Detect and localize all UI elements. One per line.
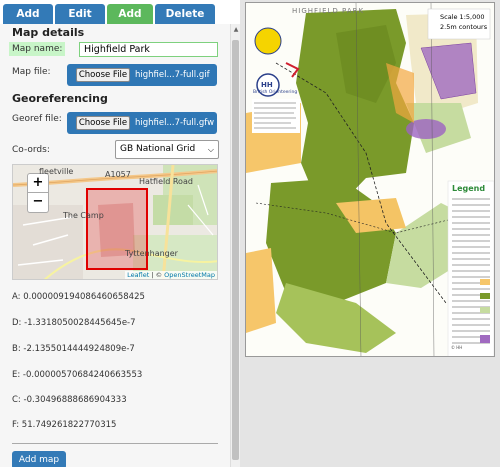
map-file-label: Map file: [12,67,51,77]
orienteering-map-drawing: © HH [246,3,494,356]
map-place-label: Tyttenhanger [125,249,178,258]
georef-file-name: highfiel...7-full.gfw [135,118,215,128]
param-f: F: 51.749261822770315 [12,420,117,430]
legend-title: Legend [452,184,486,193]
leaflet-link[interactable]: Leaflet [127,271,149,279]
club-badge: HH [261,81,273,89]
map-place-label: The Camp [63,211,104,220]
map-name-label: Map name: [9,42,66,56]
tab-edit-event[interactable]: Edit event [55,4,105,40]
map-file-choose-button[interactable]: Choose File [76,68,130,82]
coords-select[interactable]: GB National Grid ⌵ [115,140,219,159]
orienteering-map-preview[interactable]: © HH HIGHFIELD PARK Scale 1:5,000 2.5m c… [245,2,495,357]
zoom-out-button[interactable]: − [27,193,49,213]
tab-add-map[interactable]: Add map [107,4,153,40]
location-minimap[interactable]: + − fleetville A1057 Hatfield Road The C… [12,164,218,280]
scroll-up-icon[interactable]: ▲ [232,26,240,34]
coords-select-value: GB National Grid [120,144,196,154]
coords-label: Co-ords: [12,145,50,155]
map-file-picker[interactable]: Choose File highfiel...7-full.gif [67,64,217,86]
map-title: HIGHFIELD PARK [292,7,365,15]
param-b: B: -2.1355014444924809e-7 [12,344,135,354]
georef-file-label: Georef file: [12,114,62,124]
british-orienteering-logo: British Orienteering [253,90,298,95]
tab-delete-maps[interactable]: Delete maps [155,4,215,40]
app-root: Add event Edit event Add map Delete maps… [0,0,500,467]
georef-file-choose-button[interactable]: Choose File [76,116,130,130]
param-d: D: -1.3318050028445645e-7 [12,318,136,328]
map-scale: Scale 1:5,000 [440,13,485,21]
map-contours: 2.5m contours [440,23,488,31]
add-map-panel: Map details Map name: Highfield Park Map… [0,24,240,467]
map-file-name: highfiel...7-full.gif [135,70,210,80]
openstreetmap-link[interactable]: OpenStreetMap [164,271,215,279]
attribution-separator: | © [149,271,165,279]
map-road-label: A1057 [105,170,131,179]
add-map-button[interactable]: Add map [12,451,66,467]
georef-file-picker[interactable]: Choose File highfiel...7-full.gfw [67,112,217,134]
map-name-input[interactable]: Highfield Park [79,42,218,57]
map-details-heading: Map details [12,26,85,39]
map-place-label: fleetville [39,167,74,176]
scrollbar-thumb[interactable] [232,40,239,460]
tab-bar: Add event Edit event Add map Delete maps [0,0,240,40]
param-a: A: 0.00000919408646065842​5 [12,292,145,302]
map-attribution: Leaflet | © OpenStreetMap [125,271,217,279]
param-c: C: -0.30496888686904333 [12,395,127,405]
divider [12,443,218,444]
georeferencing-heading: Georeferencing [12,92,108,105]
chevron-down-icon: ⌵ [207,145,214,154]
param-e: E: -0.000005706842406635​53 [12,370,143,380]
zoom-in-button[interactable]: + [27,173,49,193]
svg-text:© HH: © HH [451,345,462,350]
map-road-label: Hatfield Road [139,177,193,186]
tab-add-event[interactable]: Add event [3,4,53,40]
panel-scrollbar[interactable]: ▲ [230,24,240,467]
